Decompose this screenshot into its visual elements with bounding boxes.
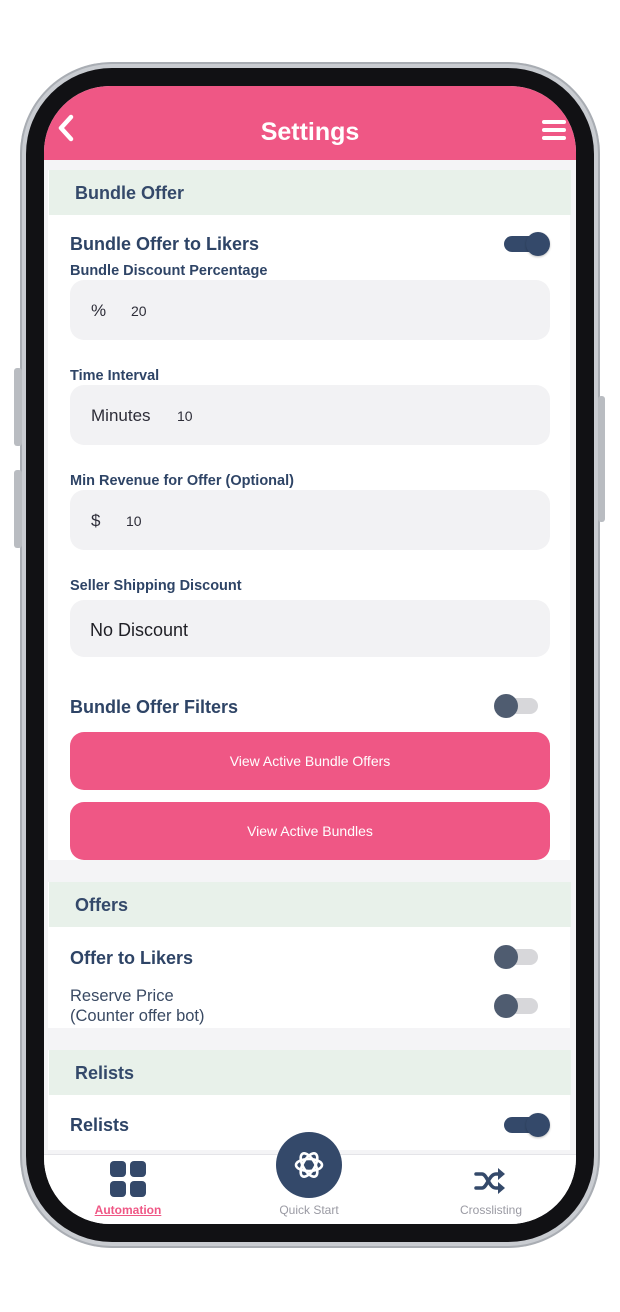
bundle-offer-filters-label: Bundle Offer Filters [70,697,239,717]
section-title: Offers [75,895,129,915]
hamburger-menu-icon[interactable] [542,120,566,140]
volume-down-button [14,470,22,548]
bundle-offer-to-likers-toggle[interactable] [504,232,550,256]
bundle-discount-label: Bundle Discount Percentage [70,263,268,279]
min-revenue-label: Min Revenue for Offer (Optional) [70,473,294,489]
relists-section-header: Relists [49,1050,571,1095]
power-button [598,396,605,522]
view-active-bundle-offers-button[interactable]: View Active Bundle Offers [70,732,550,790]
shipping-discount-value: No Discount [90,620,189,640]
time-interval-input[interactable]: Minutes 10 [70,385,550,445]
relists-label: Relists [70,1115,130,1135]
grid-icon[interactable] [110,1161,146,1197]
view-active-bundles-button[interactable]: View Active Bundles [70,802,550,860]
time-interval-value: 10 [177,408,193,424]
bundle-offer-filters-toggle[interactable] [494,694,540,718]
min-revenue-input[interactable]: $ 10 [70,490,550,550]
settings-scroll-area[interactable]: Bundle Offer Bundle Offer to Likers Bund… [44,160,576,1150]
offers-section-header: Offers [49,882,571,927]
reserve-price-toggle[interactable] [494,994,540,1018]
offer-to-likers-toggle[interactable] [494,945,540,969]
bundle-offer-section-header: Bundle Offer [49,170,571,215]
nav-quick-start[interactable]: Quick Start [269,1203,349,1217]
nav-crosslisting[interactable]: Crosslisting [446,1203,536,1217]
time-interval-label: Time Interval [70,368,160,384]
section-title: Relists [75,1063,135,1083]
dollar-prefix: $ [91,511,101,530]
shipping-discount-select[interactable]: No Discount [70,600,550,657]
shuffle-icon[interactable] [474,1167,506,1195]
app-screen: Settings Bundle Offer Bundle Offer to Li… [44,86,576,1224]
bundle-offer-to-likers-label: Bundle Offer to Likers [70,234,260,254]
minutes-prefix: Minutes [91,406,151,425]
bundle-discount-input[interactable]: % 20 [70,280,550,340]
reserve-price-label: Reserve Price (Counter offer bot) [70,987,205,1025]
relists-toggle[interactable] [504,1113,550,1137]
offer-to-likers-label: Offer to Likers [70,948,194,968]
quick-start-button[interactable] [276,1132,342,1198]
min-revenue-value: 10 [126,513,142,529]
percent-prefix: % [91,301,107,320]
openai-knot-icon [294,1152,324,1178]
volume-up-button [14,368,22,446]
nav-automation[interactable]: Automation [88,1203,168,1217]
app-header: Settings [44,86,576,160]
section-title: Bundle Offer [75,183,185,203]
page-title: Settings [260,118,360,146]
shipping-discount-label: Seller Shipping Discount [70,578,242,594]
bundle-discount-value: 20 [131,303,147,319]
